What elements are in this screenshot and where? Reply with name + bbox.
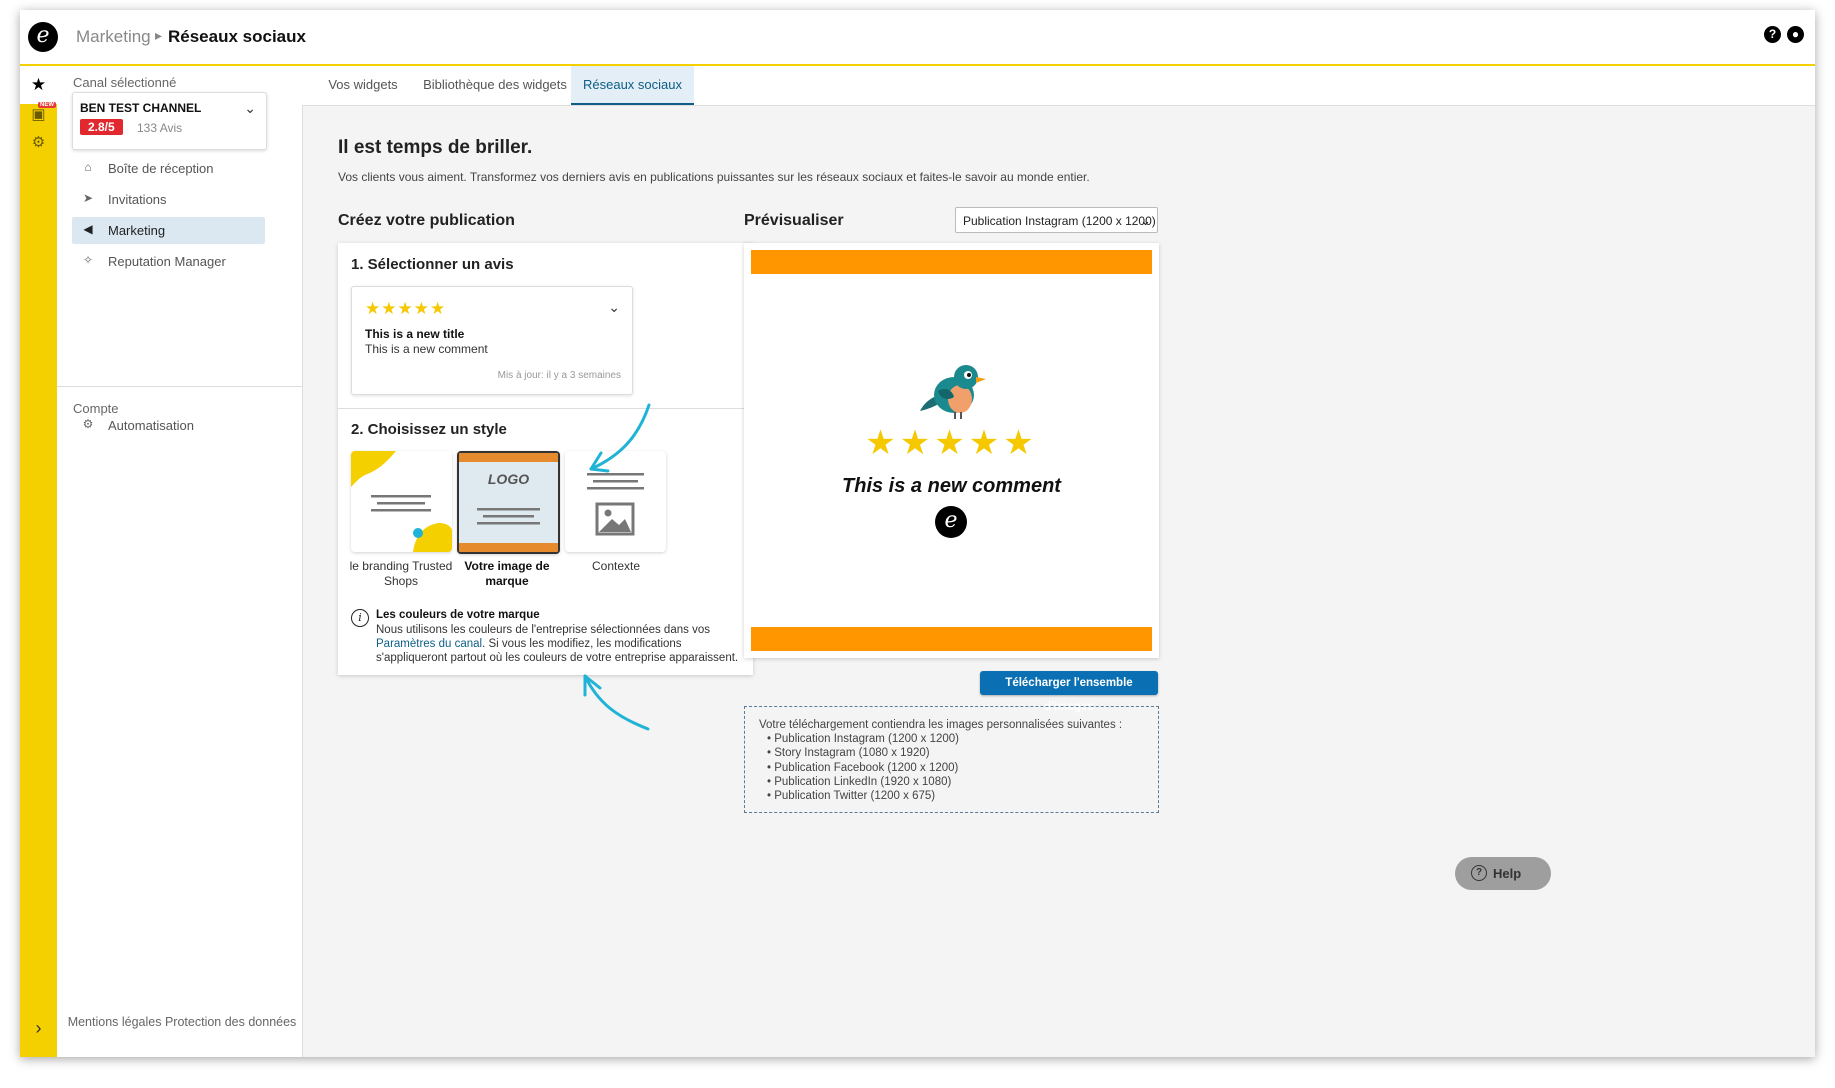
channel-label: Canal sélectionné — [73, 75, 177, 90]
rating-badge: 2.8/5 — [80, 119, 123, 135]
tab-reseaux-sociaux[interactable]: Réseaux sociaux — [571, 66, 694, 105]
download-info-box: Votre téléchargement contiendra les imag… — [744, 706, 1159, 813]
help-button[interactable]: ? Help — [1455, 857, 1551, 890]
help-icon: ? — [1471, 865, 1487, 881]
sidebar-item-label: Automatisation — [108, 418, 194, 433]
help-icon[interactable]: ? — [1764, 26, 1781, 43]
breadcrumb-marketing[interactable]: Marketing — [76, 27, 151, 47]
automation-icon: ⚙ — [82, 417, 94, 431]
megaphone-icon: ◀ — [83, 222, 93, 236]
list-item: Publication Twitter (1200 x 675) — [767, 789, 1144, 803]
tab-bar: Vos widgets Bibliothèque des widgets Rés… — [302, 66, 1815, 106]
new-badge: NEW — [38, 102, 56, 108]
list-item: Story Instagram (1080 x 1920) — [767, 746, 1144, 760]
top-bar: e Marketing ▸ Réseaux sociaux ? ● — [20, 10, 1815, 66]
breadcrumb-separator: ▸ — [155, 27, 163, 43]
sidebar-item-invitations[interactable]: ➤ Invitations — [72, 186, 265, 213]
chart-icon[interactable]: ▣ — [30, 106, 47, 123]
preview-card: ★★★★★ This is a new comment e — [744, 243, 1159, 658]
page-title: Réseaux sociaux — [168, 27, 306, 46]
gear-icon[interactable]: ⚙ — [30, 134, 47, 151]
star-icon[interactable]: ★ — [20, 66, 57, 104]
tab-vos-widgets[interactable]: Vos widgets — [316, 66, 410, 104]
send-icon: ➤ — [82, 191, 94, 205]
sidebar-item-automation[interactable]: ⚙ Automatisation — [72, 412, 265, 439]
channel-selector[interactable]: BEN TEST CHANNEL ⌄ 2.8/5 133 Avis — [72, 92, 267, 150]
format-select[interactable]: Publication Instagram (1200 x 1200) ⌄ — [955, 207, 1158, 233]
sidebar-item-marketing[interactable]: ◀ Marketing — [72, 217, 265, 244]
format-select-value: Publication Instagram (1200 x 1200) — [963, 214, 1156, 228]
download-images-button[interactable]: Télécharger l'ensemble d'images — [980, 671, 1158, 713]
tab-bibliotheque-widgets[interactable]: Bibliothèque des widgets — [420, 66, 570, 104]
inbox-icon: ⌂ — [84, 160, 92, 174]
reviews-count: 133 Avis — [137, 121, 183, 135]
app-rail: ★ ▣ NEW ⚙ › — [20, 66, 57, 1057]
sidebar-item-label: Reputation Manager — [108, 254, 226, 269]
sidebar-item-label: Boîte de réception — [108, 161, 214, 176]
sparkle-icon: ✧ — [82, 253, 94, 267]
channel-name: BEN TEST CHANNEL — [80, 101, 202, 115]
help-label: Help — [1493, 866, 1522, 881]
download-list: Publication Instagram (1200 x 1200) Stor… — [759, 732, 1144, 803]
trusted-shops-logo: e — [935, 506, 967, 538]
sidebar-item-reputation-manager[interactable]: ✧ Reputation Manager — [72, 248, 265, 275]
preview-top-band — [751, 250, 1152, 274]
footer-links[interactable]: Mentions légales Protection des données — [67, 1014, 297, 1030]
download-intro: Votre téléchargement contiendra les imag… — [759, 719, 1123, 731]
sidebar-item-label: Invitations — [108, 192, 167, 207]
list-item: Publication Facebook (1200 x 1200) — [767, 761, 1144, 775]
sidebar-item-inbox[interactable]: ⌂ Boîte de réception — [72, 155, 265, 182]
list-item: Publication Instagram (1200 x 1200) — [767, 732, 1144, 746]
main-content: Il est temps de briller. Vos clients vou… — [302, 105, 1815, 1057]
chevron-down-icon: ⌄ — [244, 100, 256, 116]
preview-stars: ★★★★★ — [865, 424, 1038, 462]
list-item: Publication LinkedIn (1920 x 1080) — [767, 775, 1144, 789]
app-window: e Marketing ▸ Réseaux sociaux ? ● ★ ▣ NE… — [20, 10, 1815, 1057]
user-icon[interactable]: ● — [1787, 26, 1804, 43]
trusted-shops-logo[interactable]: e — [28, 22, 58, 52]
bird-mascot-icon — [920, 365, 986, 419]
preview-heading: Prévisualiser — [744, 212, 844, 229]
sidebar: Canal sélectionné BEN TEST CHANNEL ⌄ 2.8… — [57, 66, 303, 1057]
chevron-down-icon: ⌄ — [1140, 213, 1151, 228]
expand-chevron-icon[interactable]: › — [20, 1018, 57, 1039]
preview-bottom-band — [751, 627, 1152, 651]
preview-comment: This is a new comment — [842, 475, 1061, 497]
sidebar-item-label: Marketing — [108, 223, 166, 238]
